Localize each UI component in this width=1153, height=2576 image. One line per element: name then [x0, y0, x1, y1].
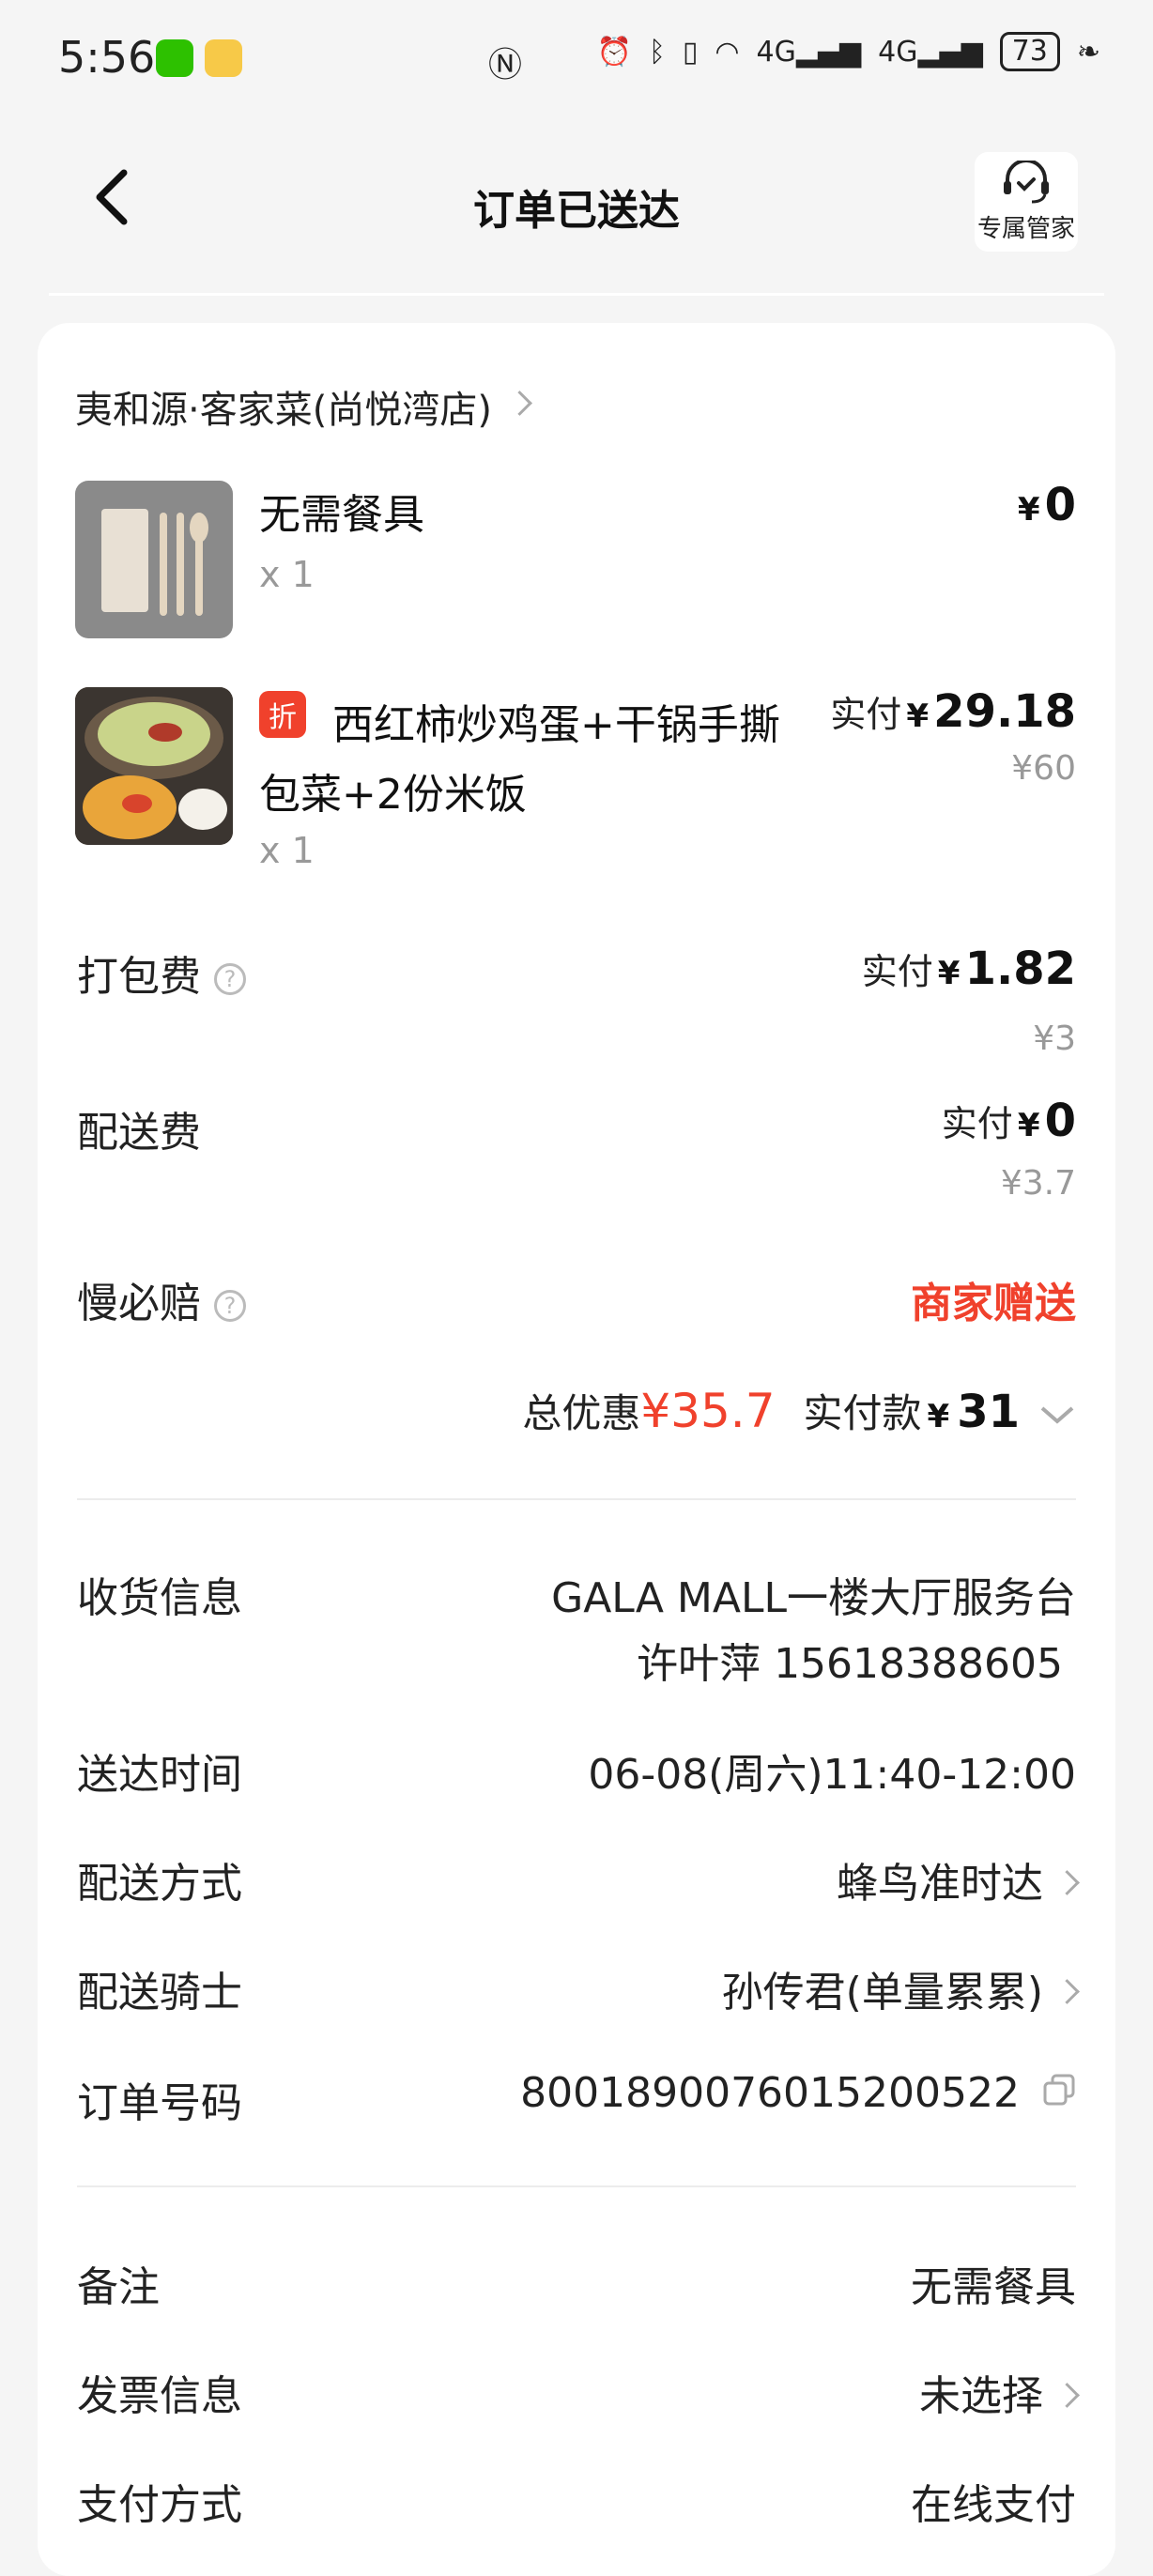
payment-method-value: 在线支付: [911, 2481, 1076, 2529]
chevron-right-icon: [1054, 1869, 1080, 1895]
invoice-link[interactable]: 未选择: [919, 2362, 1080, 2422]
chevron-right-icon: [1054, 2382, 1080, 2408]
delivery-fee-label: 配送费: [77, 1109, 201, 1157]
currency-symbol: ¥: [1017, 1107, 1040, 1144]
delivery-fee-price: 实付 ¥ 0: [942, 1095, 1076, 1147]
item-name: 无需餐具: [259, 491, 424, 539]
divider: [77, 2185, 1076, 2187]
price-value: 1.82: [964, 943, 1076, 995]
delivery-method-value: 蜂鸟准时达: [837, 1860, 1043, 1908]
bluetooth-icon: ᛒ: [648, 35, 666, 69]
pay-label: 实付: [861, 951, 933, 992]
remark-value: 无需餐具: [911, 2263, 1076, 2311]
delivery-method-label: 配送方式: [77, 1860, 242, 1908]
order-number-value: 8001890076015200522: [520, 2069, 1020, 2117]
original-price: ¥3.7: [1000, 1164, 1076, 1203]
payment-method-label: 支付方式: [77, 2481, 242, 2529]
price-value: 29.18: [933, 685, 1076, 738]
rider-label: 配送骑士: [77, 1969, 242, 2016]
currency-symbol: ¥: [937, 955, 961, 992]
signal-1-icon: 4G▂▄▆: [756, 35, 862, 69]
slow-guarantee-value: 商家赠送: [911, 1280, 1076, 1327]
price-value: 0: [1044, 1095, 1076, 1147]
butler-button[interactable]: 专属管家: [975, 152, 1078, 252]
help-icon[interactable]: ?: [214, 1290, 246, 1322]
utensils-icon: [101, 509, 208, 616]
invoice-value: 未选择: [919, 2372, 1043, 2420]
item-name-line2: 包菜+2份米饭: [259, 771, 527, 819]
status-icons: ⏰ ᛒ ▯ ◠ 4G▂▄▆ 4G▂▄▆ 73 ❧: [596, 32, 1100, 71]
order-card: [38, 323, 1115, 2576]
chevron-right-icon: [507, 390, 532, 416]
status-time: 5:56: [58, 32, 156, 83]
network-label-1: 4G: [756, 35, 796, 69]
original-price: ¥60: [1011, 749, 1076, 788]
item-qty: x 1: [259, 554, 315, 595]
paid-value: 31: [957, 1386, 1020, 1438]
pay-label: 实付: [830, 694, 902, 735]
delivery-method-link[interactable]: 蜂鸟准时达: [837, 1849, 1080, 1909]
alarm-icon: ⏰: [596, 35, 632, 69]
slow-guarantee-row: 慢必赔?: [77, 1269, 246, 1329]
rider-link[interactable]: 孙传君(单量累累): [721, 1958, 1080, 2018]
item-image-utensils: [75, 481, 233, 638]
dish-photo-icon: [75, 687, 233, 845]
packing-fee-price: 实付 ¥ 1.82: [862, 943, 1076, 995]
copy-icon[interactable]: [1042, 2073, 1076, 2107]
rider-value: 孙传君(单量累累): [721, 1969, 1043, 2016]
order-number-label: 订单号码: [77, 2079, 242, 2127]
item-price: ¥ 0: [1018, 479, 1076, 531]
battery-level: 73: [1011, 35, 1048, 68]
discount-label: 总优惠: [522, 1390, 641, 1436]
wifi-icon: ◠: [715, 35, 740, 69]
network-label-2: 4G: [878, 35, 918, 69]
currency-symbol: ¥: [1017, 491, 1040, 529]
divider: [77, 1498, 1076, 1500]
chevron-down-icon: [1040, 1406, 1074, 1424]
invoice-label: 发票信息: [77, 2372, 242, 2420]
remark-label: 备注: [77, 2263, 160, 2311]
leaf-icon: ❧: [1076, 35, 1100, 69]
discount-badge: 折: [259, 691, 306, 738]
chevron-right-icon: [1054, 1978, 1080, 2004]
packing-fee-row: 打包费?: [77, 943, 246, 1003]
signal-2-icon: 4G▂▄▆: [878, 35, 983, 69]
item-image-dish: [75, 687, 233, 845]
help-icon[interactable]: ?: [214, 963, 246, 995]
original-price: ¥3: [1033, 1020, 1076, 1058]
receiver-contact: 许叶萍 15618388605: [637, 1640, 1063, 1688]
delivery-time-value: 06-08(周六)11:40-12:00: [588, 1751, 1076, 1799]
receiver-label: 收货信息: [77, 1574, 242, 1622]
discount-value: ¥35.7: [640, 1384, 776, 1438]
currency-symbol: ¥: [906, 698, 930, 735]
header-divider: [49, 293, 1104, 296]
headset-icon: [1004, 160, 1049, 203]
nfc-icon: Ⓝ: [488, 46, 523, 84]
item-qty: x 1: [259, 830, 315, 871]
packing-fee-label: 打包费: [77, 953, 201, 1001]
butler-label: 专属管家: [976, 214, 1075, 243]
battery-icon: 73: [999, 32, 1060, 71]
shop-name: 夷和源·客家菜(尚悦湾店): [75, 389, 492, 432]
item-price: 实付 ¥ 29.18: [830, 685, 1076, 738]
shop-link[interactable]: 夷和源·客家菜(尚悦湾店): [75, 379, 532, 434]
wechat-icon: [156, 39, 193, 77]
item-name-line1: 西红柿炒鸡蛋+干锅手撕: [332, 701, 780, 749]
pay-label: 实付: [941, 1103, 1013, 1144]
weibo-icon: [205, 39, 242, 77]
slow-guarantee-label: 慢必赔: [77, 1280, 201, 1327]
vibrate-icon: ▯: [682, 35, 699, 69]
order-summary[interactable]: 总优惠 ¥35.7 实付款 ¥ 31: [522, 1382, 1076, 1439]
order-number-row: 8001890076015200522: [520, 2069, 1076, 2117]
delivery-time-label: 送达时间: [77, 1751, 242, 1799]
receiver-address: GALA MALL一楼大厅服务台: [551, 1574, 1076, 1622]
price-value: 0: [1044, 479, 1076, 531]
paid-label: 实付款: [803, 1390, 922, 1436]
currency-symbol: ¥: [927, 1398, 950, 1435]
